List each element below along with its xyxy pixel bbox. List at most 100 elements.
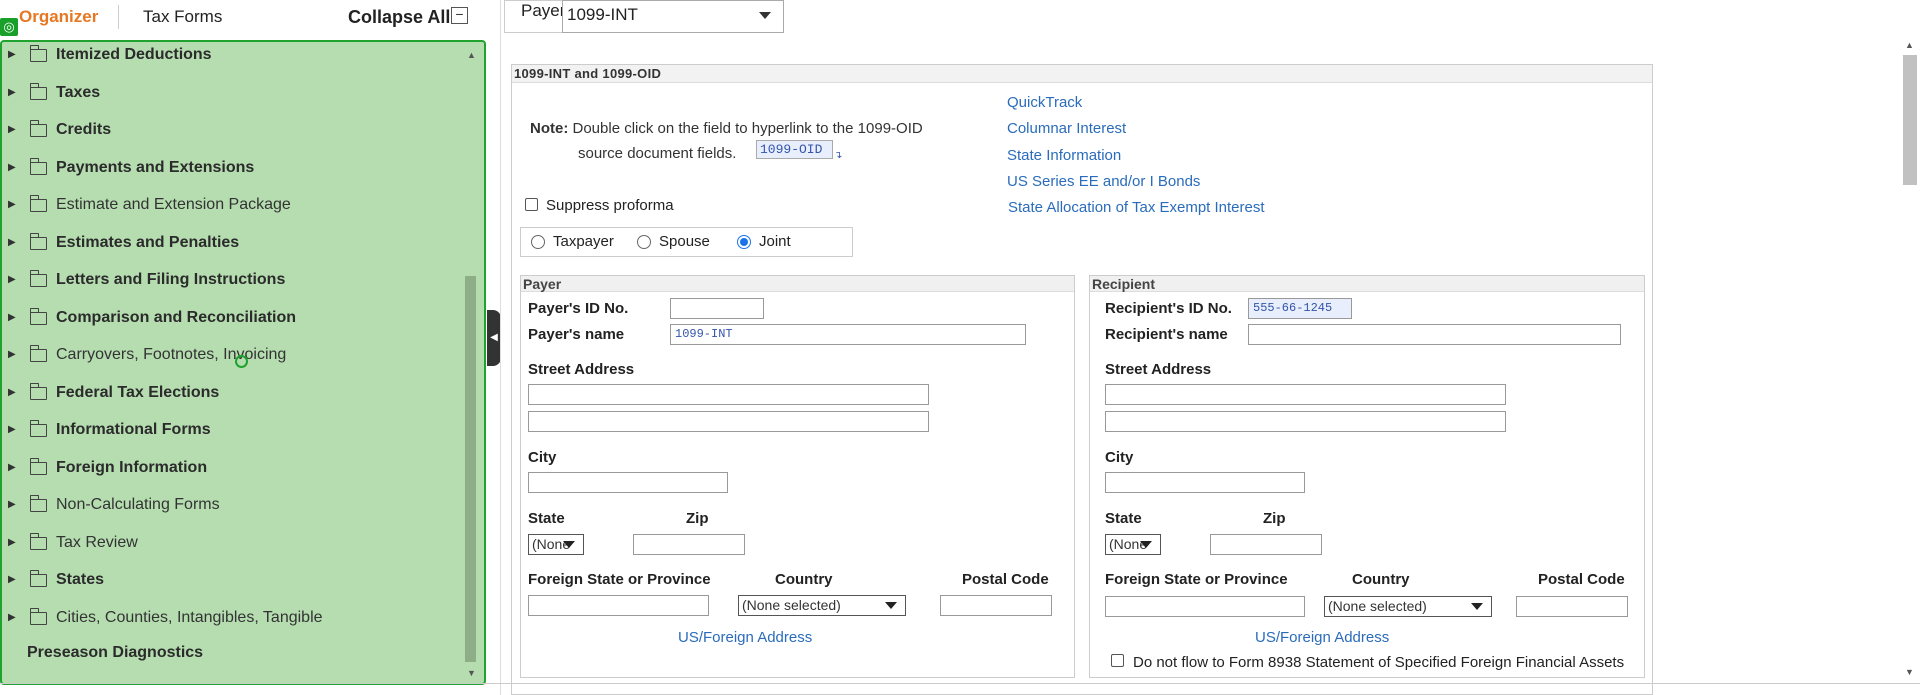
recipient-city-label: City: [1105, 449, 1134, 466]
expand-caret-icon[interactable]: ▶: [8, 237, 16, 248]
expand-caret-icon[interactable]: ▶: [8, 312, 16, 323]
tree-item[interactable]: ▶ Comparison and Reconciliation: [2, 307, 462, 339]
folder-icon: [29, 420, 47, 437]
folder-icon: [29, 495, 47, 512]
spouse-radio[interactable]: [637, 235, 651, 249]
tree-item[interactable]: ▶ Credits: [2, 120, 462, 151]
payer-street-input-1[interactable]: [528, 384, 929, 405]
recipient-foreign-input[interactable]: [1105, 596, 1305, 617]
panel-collapse-handle[interactable]: ◀: [487, 310, 501, 366]
collapse-all-icon[interactable]: −: [451, 7, 468, 24]
link-state-information[interactable]: State Information: [1007, 147, 1121, 164]
joint-radio[interactable]: [737, 235, 751, 249]
expand-caret-icon[interactable]: ▶: [8, 462, 16, 473]
taxpayer-radio[interactable]: [531, 235, 545, 249]
payer-select[interactable]: 1099-INT: [562, 0, 784, 33]
tree-item[interactable]: ▶ Letters and Filing Instructions: [2, 270, 462, 301]
payer-street-label: Street Address: [528, 361, 635, 378]
expand-caret-icon[interactable]: ▶: [8, 49, 16, 60]
expand-caret-icon[interactable]: ▶: [8, 87, 16, 98]
collapse-all-button[interactable]: Collapse All: [348, 7, 450, 28]
payer-id-label: Payer's ID No.: [528, 300, 629, 317]
recipient-id-input[interactable]: 555-66-1245: [1248, 298, 1352, 319]
chevron-down-icon: [1471, 603, 1483, 610]
tree-item[interactable]: ▶ Tax Review: [2, 532, 462, 564]
folder-icon: [29, 607, 47, 625]
recipient-city-input[interactable]: [1105, 472, 1305, 493]
tree-item[interactable]: ▶ Payments and Extensions: [2, 157, 462, 189]
payer-id-input[interactable]: [670, 298, 764, 319]
recipient-state-select[interactable]: (None: [1105, 534, 1161, 555]
tree-item-label: States: [56, 571, 105, 588]
recipient-street-input-2[interactable]: [1105, 411, 1506, 432]
payer-postal-input[interactable]: [940, 595, 1052, 616]
expand-caret-icon[interactable]: ▶: [8, 274, 16, 285]
recipient-zip-input[interactable]: [1210, 534, 1322, 555]
tree-item[interactable]: ▶ Taxes: [2, 82, 462, 114]
link-state-allocation[interactable]: State Allocation of Tax Exempt Interest: [1008, 199, 1265, 216]
tree-item-label: Taxes: [56, 83, 101, 101]
payer-state-select[interactable]: (None: [528, 534, 584, 555]
expand-caret-icon[interactable]: ▶: [8, 574, 16, 585]
payer-select-value: 1099-INT: [567, 5, 638, 24]
tree-item[interactable]: ▶ Non-Calculating Forms: [2, 495, 462, 526]
folder-icon: [29, 570, 47, 587]
payer-city-input[interactable]: [528, 472, 728, 493]
expand-caret-icon[interactable]: ▶: [8, 612, 16, 623]
scroll-down-icon[interactable]: ▼: [467, 668, 476, 678]
expand-caret-icon[interactable]: ▶: [8, 387, 16, 398]
payer-name-input[interactable]: 1099-INT: [670, 324, 1026, 345]
tree-item[interactable]: ▶ States: [2, 570, 462, 601]
tab-tax-forms[interactable]: Tax Forms: [143, 7, 222, 27]
link-us-series-ee-bonds[interactable]: US Series EE and/or I Bonds: [1007, 173, 1200, 190]
page-scroll-down-icon[interactable]: ▼: [1905, 667, 1914, 677]
expand-caret-icon[interactable]: ▶: [8, 124, 16, 135]
payer-zip-input[interactable]: [633, 534, 745, 555]
tree-item[interactable]: ▶ Foreign Information: [2, 457, 462, 489]
tree-item-label: Comparison and Reconciliation: [56, 308, 297, 326]
page-scroll-thumb[interactable]: [1903, 55, 1917, 185]
expand-caret-icon[interactable]: ▶: [8, 349, 16, 360]
target-icon[interactable]: ◎: [0, 18, 18, 36]
link-columnar-interest[interactable]: Columnar Interest: [1007, 120, 1126, 137]
folder-icon: [29, 345, 47, 362]
recipient-name-label: Recipient's name: [1105, 326, 1228, 343]
recipient-us-foreign-address-link[interactable]: US/Foreign Address: [1255, 629, 1389, 646]
tree-item[interactable]: ▶ Federal Tax Elections: [2, 382, 462, 414]
recipient-street-input-1[interactable]: [1105, 384, 1506, 405]
tree-item[interactable]: ▶ Estimate and Extension Package: [2, 195, 462, 226]
tab-organizer[interactable]: Organizer: [19, 7, 98, 27]
recipient-name-input[interactable]: [1248, 324, 1621, 345]
tree-item-label: Itemized Deductions: [56, 46, 212, 63]
recipient-country-select[interactable]: (None selected): [1324, 596, 1492, 617]
recipient-postal-input[interactable]: [1516, 596, 1628, 617]
page-scroll-up-icon[interactable]: ▲: [1905, 40, 1914, 50]
tree-item[interactable]: ▶ Informational Forms: [2, 420, 462, 451]
tree-item[interactable]: ▶ Estimates and Penalties: [2, 232, 462, 264]
payer-street-input-2[interactable]: [528, 411, 929, 432]
tree-item-preseason-diagnostics[interactable]: Preseason Diagnostics: [27, 644, 203, 662]
scroll-up-icon[interactable]: ▲: [467, 50, 476, 60]
recipient-country-value: (None selected): [1328, 598, 1427, 614]
suppress-proforma-label: Suppress proforma: [546, 197, 674, 214]
expand-caret-icon[interactable]: ▶: [8, 424, 16, 435]
tree-item[interactable]: ▶ Itemized Deductions: [2, 45, 462, 76]
no-flow-8938-checkbox[interactable]: [1111, 654, 1124, 667]
expand-caret-icon[interactable]: ▶: [8, 537, 16, 548]
chevron-down-icon: [885, 602, 897, 609]
payer-us-foreign-address-link[interactable]: US/Foreign Address: [678, 629, 812, 646]
tree-item[interactable]: ▶ Carryovers, Footnotes, Invoicing: [2, 345, 462, 376]
payer-section-title: Payer: [521, 276, 1074, 292]
expand-caret-icon[interactable]: ▶: [8, 499, 16, 510]
tree-item-label: Non-Calculating Forms: [56, 496, 220, 513]
expand-caret-icon[interactable]: ▶: [8, 199, 16, 210]
payer-country-select[interactable]: (None selected): [738, 595, 906, 616]
oid-field[interactable]: 1099-OID: [756, 140, 833, 159]
link-quicktrack[interactable]: QuickTrack: [1007, 94, 1082, 111]
suppress-proforma-checkbox[interactable]: [525, 198, 538, 211]
tree-item[interactable]: ▶ Cities, Counties, Intangibles, Tangible: [2, 607, 462, 639]
payer-foreign-input[interactable]: [528, 595, 709, 616]
tree-scroll-thumb[interactable]: [465, 276, 476, 662]
oid-hyperlink-icon[interactable]: ↴: [834, 150, 842, 161]
expand-caret-icon[interactable]: ▶: [8, 162, 16, 173]
